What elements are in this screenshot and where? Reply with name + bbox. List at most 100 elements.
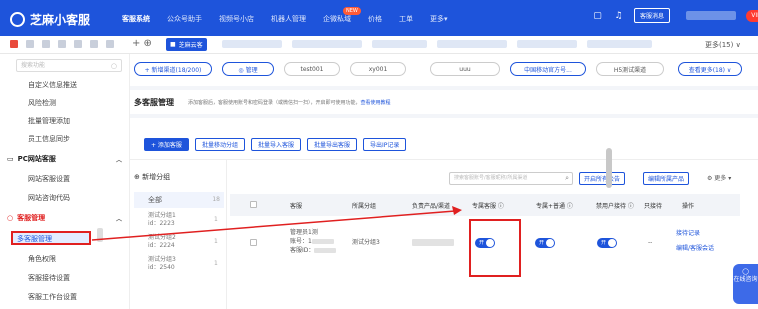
more-settings-button[interactable]: ⚙ 更多 ▾	[707, 173, 731, 182]
export-ip-button[interactable]: 导出IP记录	[362, 138, 407, 151]
nav-item-official-account[interactable]: 公众号助手	[167, 14, 202, 24]
manage-chip[interactable]: ◎ 管理	[222, 62, 274, 76]
open-all-public-button[interactable]: 开启所有公告	[579, 172, 626, 185]
service-search-input[interactable]: 搜索客服账号/客服昵称/所属渠道 ⌕	[449, 172, 573, 185]
column-header-exclusive: 专属客服 ⓘ	[472, 203, 504, 210]
row-checkbox[interactable]	[250, 239, 257, 246]
channel-chip[interactable]: test001	[284, 62, 340, 76]
exclusive-normal-toggle[interactable]: 开	[535, 238, 555, 248]
tab-blurred[interactable]	[372, 40, 427, 48]
reception-record-link[interactable]: 接待记录	[676, 228, 700, 237]
app-tab-icon[interactable]	[10, 40, 18, 48]
toggle-label: 开	[479, 240, 485, 246]
app-tab-icon[interactable]	[90, 40, 98, 48]
edit-product-button[interactable]: 编辑所属产品	[643, 172, 690, 185]
service-account: 账号：1	[290, 237, 336, 246]
tab-blurred[interactable]	[517, 40, 577, 48]
headset-icon: ○	[7, 214, 14, 222]
row-products-blurred	[412, 239, 454, 246]
sidebar-group-service[interactable]: ○ 客服管理 ︿	[7, 213, 122, 223]
online-consult-widget[interactable]: ◯ 在线咨询	[733, 264, 758, 304]
topbar-right: ▢ ♫ 客服消息 VIP ▾	[592, 8, 758, 23]
app-tab-icon[interactable]	[42, 40, 50, 48]
group-panel-scrollbar[interactable]	[97, 228, 103, 242]
sidebar-group-service-label: 客服管理	[17, 214, 46, 222]
channel-chip[interactable]: xy001	[350, 62, 406, 76]
search-icon: ⌕	[565, 174, 569, 182]
select-all-checkbox[interactable]	[250, 201, 257, 208]
group-item[interactable]: 测试分组2 id：2224	[148, 234, 176, 250]
tabs-more-button[interactable]: 更多(15) ∨	[705, 40, 741, 50]
add-channel-chip[interactable]: + 新增渠道(18/200)	[134, 62, 212, 76]
channel-chip[interactable]: 中国移动官方号...	[510, 62, 586, 76]
tab-blurred[interactable]	[222, 40, 282, 48]
sidebar-item-website-settings[interactable]: 网站客服设置	[28, 174, 70, 184]
content-panel: + 添加客服 批量移动分组 批量导入客服 批量导出客服 导出IP记录 ⊕ 新增分…	[130, 118, 758, 309]
batch-move-group-button[interactable]: 批量移动分组	[194, 138, 245, 151]
monitor-icon: ▭	[7, 155, 14, 163]
app-tab-icon[interactable]	[58, 40, 66, 48]
group-name: 测试分组2	[148, 234, 176, 241]
nav-item-more[interactable]: 更多▾	[430, 14, 448, 24]
vip-avatar[interactable]: VIP	[746, 9, 758, 22]
square-icon: ■	[170, 41, 176, 48]
sidebar-item-website-code[interactable]: 网站咨询代码	[28, 193, 70, 203]
batch-import-button[interactable]: 批量导入客服	[250, 138, 301, 151]
batch-export-button[interactable]: 批量导出客服	[306, 138, 357, 151]
nav-item-wecom[interactable]: 企微私域 NEW	[323, 7, 361, 24]
sidebar-item-reception-settings[interactable]: 客服接待设置	[28, 273, 70, 283]
app-tab-row: + ⊕ ■ 芝麻云客 更多(15) ∨	[0, 36, 758, 54]
sidebar-item-batch-add[interactable]: 批量管理添加	[28, 116, 70, 126]
sidebar: 搜索功能 ○ 自定义信息推送 风险检测 批量管理添加 员工信息同步 ▭ PC网站客服…	[0, 54, 130, 309]
tab-blurred[interactable]	[587, 40, 652, 48]
view-more-channels-chip[interactable]: 查看更多(18) ∨	[678, 62, 742, 76]
tutorial-link[interactable]: 查看使用教程	[361, 100, 391, 106]
table-header: 客服 所属分组 负责产品/渠道 专属客服 ⓘ 专属+普通 ⓘ 禁用户接待 ⓘ 只…	[230, 194, 740, 216]
sidebar-group-pc[interactable]: ▭ PC网站客服 ︿	[7, 154, 122, 164]
sidebar-item-staff-sync[interactable]: 员工信息同步	[28, 134, 70, 144]
tab-blurred[interactable]	[292, 40, 362, 48]
group-item-all[interactable]: 全部 18	[134, 192, 224, 208]
app-tab-icon[interactable]	[26, 40, 34, 48]
app-tab-icon[interactable]	[74, 40, 82, 48]
group-all-label: 全部	[148, 196, 162, 204]
channel-chip[interactable]: uuu	[430, 62, 500, 76]
nav-item-customer-service[interactable]: 客服系统	[122, 14, 150, 24]
disable-reception-toggle[interactable]: 开	[597, 238, 617, 248]
brand-logo[interactable]: 芝麻小客服	[10, 10, 90, 28]
sidebar-item-roles[interactable]: 角色权限	[28, 254, 56, 264]
sidebar-item-custom-push[interactable]: 自定义信息推送	[28, 80, 77, 90]
toggle-knob	[608, 239, 616, 247]
add-group-button[interactable]: ⊕ 新增分组	[134, 172, 170, 182]
account-blurred	[311, 239, 334, 244]
sidebar-search-input[interactable]: 搜索功能 ○	[16, 59, 122, 72]
tab-active-app[interactable]: ■ 芝麻云客	[166, 38, 207, 51]
nav-item-video-shop[interactable]: 视频号小店	[219, 14, 254, 24]
nav-item-price[interactable]: 价格	[368, 14, 382, 24]
edit-session-link[interactable]: 编辑/客服会话	[676, 243, 714, 252]
group-item[interactable]: 测试分组3 id：2540	[148, 256, 176, 272]
action-button-bar: + 添加客服 批量移动分组 批量导入客服 批量导出客服 导出IP记录	[144, 138, 407, 151]
add-service-button[interactable]: + 添加客服	[144, 138, 189, 151]
service-name: 管理员1测	[290, 229, 318, 236]
sidebar-search-placeholder: 搜索功能	[21, 62, 46, 69]
sidebar-item-multi-service[interactable]: 多客服管理	[17, 234, 52, 244]
tab-blurred[interactable]	[437, 40, 507, 48]
exclusive-service-toggle[interactable]: 开	[475, 238, 495, 248]
message-icon[interactable]: ▢	[592, 10, 603, 21]
channel-chip[interactable]: H5测试渠道	[596, 62, 664, 76]
nav-item-ticket[interactable]: 工单	[399, 14, 413, 24]
sidebar-item-risk-detect[interactable]: 风险检测	[28, 98, 56, 108]
only-receive-value: --	[648, 239, 653, 246]
service-info: 管理员1测 账号：1 客服ID：	[290, 228, 337, 255]
nav-item-robot[interactable]: 机器人管理	[271, 14, 306, 24]
service-message-button[interactable]: 客服消息	[634, 8, 671, 23]
group-all-count: 18	[212, 196, 220, 203]
app-tab-icon[interactable]	[106, 40, 114, 48]
group-item[interactable]: 测试分组1 id：2223	[148, 212, 176, 228]
toggle-knob	[486, 239, 494, 247]
add-tab-icon[interactable]: + ⊕	[132, 38, 152, 49]
bell-icon[interactable]: ♫	[613, 10, 624, 21]
vertical-scrollbar[interactable]	[606, 148, 612, 188]
sidebar-item-workbench-settings[interactable]: 客服工作台设置	[28, 292, 77, 302]
